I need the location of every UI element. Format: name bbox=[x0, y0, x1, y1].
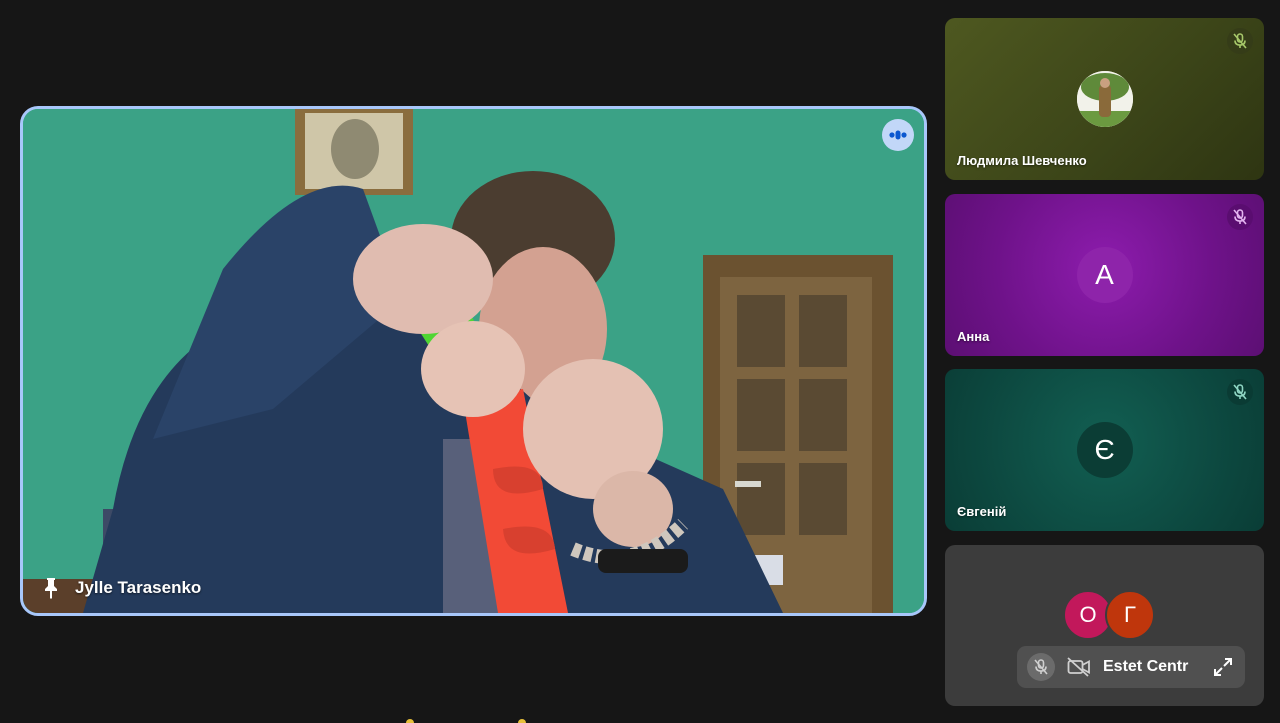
video-frame bbox=[23, 109, 924, 613]
mic-off-icon[interactable] bbox=[1027, 653, 1055, 681]
participant-name: Людмила Шевченко bbox=[957, 153, 1087, 168]
avatar: А bbox=[1076, 247, 1133, 303]
mic-off-icon bbox=[1227, 204, 1253, 230]
camera-off-icon[interactable] bbox=[1065, 653, 1093, 681]
other-participants-tile[interactable]: О Г Estet Centr bbox=[945, 545, 1264, 706]
pin-icon[interactable] bbox=[41, 577, 61, 599]
participant-tile-yevhenii[interactable]: Є Євгеній bbox=[945, 369, 1264, 531]
participant-name: Анна bbox=[957, 329, 990, 344]
other-participant-bar: Estet Centr bbox=[1017, 646, 1245, 688]
mic-off-icon bbox=[1227, 28, 1253, 54]
decorative-dots bbox=[406, 719, 526, 723]
participant-tile-liudmyla[interactable]: Людмила Шевченко bbox=[945, 18, 1264, 180]
main-video-tile[interactable]: Jylle Tarasenko bbox=[20, 106, 927, 616]
avatar: Є bbox=[1076, 422, 1133, 478]
speaking-indicator-icon bbox=[882, 119, 914, 151]
main-participant-name: Jylle Tarasenko bbox=[75, 578, 202, 597]
expand-icon[interactable] bbox=[1211, 655, 1235, 679]
avatar bbox=[1076, 71, 1133, 127]
other-participant-name: Estet Centr bbox=[1103, 658, 1189, 675]
participant-tile-anna[interactable]: А Анна bbox=[945, 194, 1264, 356]
main-participant-label: Jylle Tarasenko bbox=[41, 577, 201, 599]
other-participants-avatars: О Г bbox=[1063, 590, 1155, 640]
participant-name: Євгеній bbox=[957, 504, 1007, 519]
avatar: Г bbox=[1105, 590, 1155, 640]
mic-off-icon bbox=[1227, 379, 1253, 405]
